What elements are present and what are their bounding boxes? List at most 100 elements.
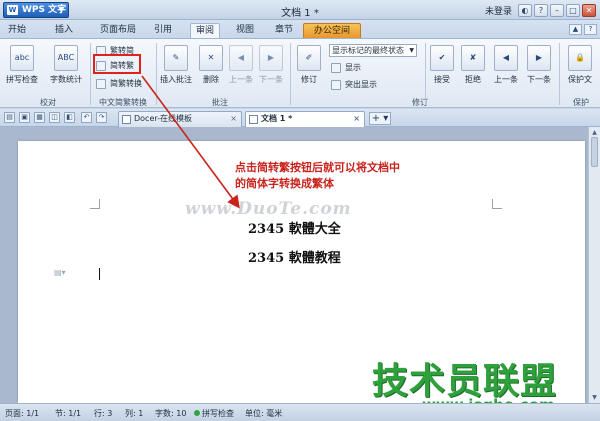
- minimize-icon[interactable]: –: [550, 3, 564, 17]
- group-label-tracking: 修订: [412, 98, 428, 107]
- tab-view[interactable]: 视图: [232, 23, 258, 38]
- previous-change-label: 上一条: [494, 75, 518, 84]
- doc-tab-label: 文档 1 *: [261, 114, 293, 123]
- paragraph-marker-icon: ▤▾: [54, 268, 66, 277]
- group-separator: [90, 43, 91, 105]
- show-markup-icon: [331, 63, 341, 73]
- group-label-protect: 保护: [573, 98, 589, 107]
- protect-doc-button[interactable]: 🔒 保护文: [562, 45, 598, 85]
- group-separator: [425, 43, 426, 105]
- simp-trad-convert-icon: [96, 79, 106, 89]
- reject-label: 拒绝: [465, 75, 481, 84]
- simp-trad-convert-label: 简繁转换: [110, 79, 142, 88]
- doc-tab-docer[interactable]: Docer-在线模板 ×: [118, 111, 242, 127]
- highlight-box: [93, 54, 141, 74]
- insert-comment-icon: ✎: [164, 45, 188, 71]
- ribbon-tabs: 开始 插入 页面布局 引用 审阅 视图 章节 办公空间 ▲ ?: [0, 20, 600, 38]
- scroll-up-icon[interactable]: ▲: [590, 128, 599, 137]
- window-controls: 未登录 ◐ ? – □ ✕: [485, 3, 596, 17]
- group-separator: [559, 43, 560, 105]
- maximize-icon[interactable]: □: [566, 3, 580, 17]
- accept-label: 接受: [434, 75, 450, 84]
- delete-comment-button[interactable]: ✕ 删除: [196, 45, 226, 85]
- previous-comment-icon: ◀: [229, 45, 253, 71]
- save-icon[interactable]: ▣: [19, 112, 30, 123]
- next-change-icon: ▶: [527, 45, 551, 71]
- export-icon[interactable]: ◧: [64, 112, 75, 123]
- tab-insert[interactable]: 插入: [50, 23, 78, 38]
- markup-display-select[interactable]: 显示标记的最终状态 ▼: [329, 44, 417, 57]
- tab-home[interactable]: 开始: [4, 23, 30, 38]
- document-text-line[interactable]: 2345 軟體大全: [248, 218, 341, 237]
- margin-mark: [492, 199, 502, 209]
- show-markup-button[interactable]: 显示: [331, 61, 361, 75]
- accept-icon: ✔: [430, 45, 454, 71]
- previous-change-icon: ◀: [494, 45, 518, 71]
- close-icon[interactable]: ✕: [582, 3, 596, 17]
- spell-check-status-label: 拼写检查: [202, 409, 234, 418]
- status-page: 页面: 1/1: [5, 409, 40, 418]
- docer-tab-icon: [122, 115, 131, 124]
- print-icon[interactable]: ▦: [34, 112, 45, 123]
- tab-review[interactable]: 审阅: [190, 23, 220, 38]
- ribbon-help-icon[interactable]: ?: [584, 24, 597, 35]
- undo-icon[interactable]: ↶: [81, 112, 92, 123]
- reject-icon: ✘: [461, 45, 485, 71]
- spell-check-button[interactable]: abc 拼写检查: [4, 45, 40, 85]
- accept-change-button[interactable]: ✔ 接受: [427, 45, 457, 85]
- word-count-label: 字数统计: [50, 75, 82, 84]
- print-preview-icon[interactable]: ◫: [49, 112, 60, 123]
- text-cursor: [99, 268, 100, 280]
- site-watermark: www.DuoTe.com: [185, 199, 352, 219]
- tab-references[interactable]: 引用: [150, 23, 176, 38]
- next-comment-button[interactable]: ▶ 下一条: [256, 45, 286, 85]
- tab-office-space[interactable]: 办公空间: [303, 23, 361, 38]
- close-tab-icon[interactable]: ×: [230, 112, 237, 126]
- insert-comment-button[interactable]: ✎ 插入批注: [156, 45, 196, 85]
- login-status[interactable]: 未登录: [485, 4, 512, 17]
- document-text-line[interactable]: 2345 軟體教程: [248, 247, 341, 266]
- track-changes-label: 修订: [301, 75, 317, 84]
- reject-change-button[interactable]: ✘ 拒绝: [458, 45, 488, 85]
- doc-tab-document1[interactable]: 文档 1 * ×: [245, 111, 365, 127]
- document-tab-icon: [249, 115, 258, 124]
- highlight-show-button[interactable]: 突出显示: [331, 78, 377, 92]
- skin-icon[interactable]: ◐: [518, 3, 532, 17]
- show-markup-label: 显示: [345, 63, 361, 72]
- redo-icon[interactable]: ↷: [96, 112, 107, 123]
- status-unit[interactable]: 单位: 毫米: [245, 408, 282, 419]
- status-column: 列: 1: [125, 409, 144, 418]
- status-section: 节: 1/1: [55, 409, 82, 418]
- insert-comment-label: 插入批注: [160, 75, 192, 84]
- delete-comment-label: 删除: [203, 75, 219, 84]
- tab-chapter[interactable]: 章节: [271, 23, 297, 38]
- simp-trad-convert-button[interactable]: 简繁转换: [96, 77, 142, 91]
- collapse-ribbon-icon[interactable]: ▲: [569, 24, 582, 35]
- scroll-down-icon[interactable]: ▼: [590, 393, 599, 402]
- track-changes-button[interactable]: ✐ 修订: [293, 45, 325, 85]
- annotation-line: 点击简转繁按钮后就可以将文档中: [235, 161, 400, 174]
- status-spell-check[interactable]: 拼写检查: [194, 408, 234, 419]
- doc-tab-label: Docer-在线模板: [134, 114, 193, 123]
- vertical-scrollbar[interactable]: ▲ ▼: [588, 127, 600, 403]
- previous-comment-button[interactable]: ◀ 上一条: [226, 45, 256, 85]
- margin-mark: [90, 199, 100, 209]
- tab-page-layout[interactable]: 页面布局: [94, 23, 142, 38]
- new-tab-button[interactable]: + ▾: [369, 112, 391, 125]
- next-change-label: 下一条: [527, 75, 551, 84]
- previous-comment-label: 上一条: [229, 75, 253, 84]
- open-folder-icon[interactable]: ▤: [4, 112, 15, 123]
- spell-check-label: 拼写检查: [6, 75, 38, 84]
- group-label-chinese-conversion: 中文简繁转换: [99, 98, 147, 107]
- status-word-count[interactable]: 字数: 10: [155, 408, 186, 419]
- delete-comment-icon: ✕: [199, 45, 223, 71]
- ribbon-tab-tools: ▲ ?: [569, 24, 597, 35]
- chevron-down-icon: ▼: [409, 47, 414, 54]
- close-tab-icon[interactable]: ×: [353, 112, 360, 126]
- help-icon[interactable]: ?: [534, 3, 548, 17]
- next-change-button[interactable]: ▶ 下一条: [523, 45, 555, 85]
- scroll-thumb[interactable]: [591, 137, 598, 167]
- word-count-button[interactable]: ABC 字数统计: [48, 45, 84, 85]
- group-separator: [290, 43, 291, 105]
- previous-change-button[interactable]: ◀ 上一条: [490, 45, 522, 85]
